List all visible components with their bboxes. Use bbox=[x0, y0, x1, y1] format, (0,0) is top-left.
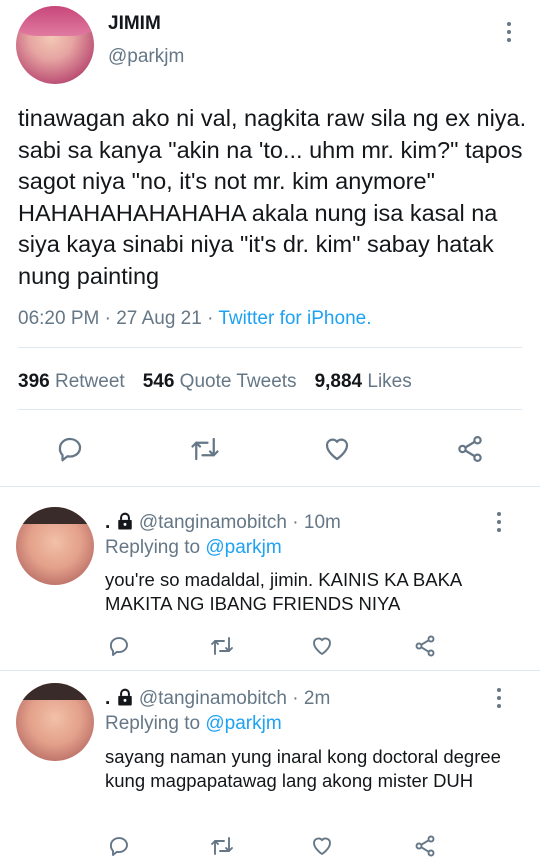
more-vertical-icon[interactable] bbox=[507, 22, 511, 46]
retweet-icon[interactable] bbox=[188, 434, 222, 464]
more-vertical-icon[interactable] bbox=[497, 512, 501, 536]
meta-separator: · bbox=[201, 308, 219, 329]
author-display-name[interactable]: JIMIM bbox=[108, 13, 161, 35]
replying-to-link[interactable]: @parkjm bbox=[205, 713, 281, 734]
retweet-icon[interactable] bbox=[208, 834, 236, 858]
share-icon[interactable] bbox=[455, 434, 485, 464]
retweets-stat[interactable]: 396 Retweet bbox=[18, 371, 125, 392]
reply-handle[interactable]: @tanginamobitch bbox=[139, 688, 287, 709]
lock-icon bbox=[116, 688, 134, 712]
replying-label: Replying to bbox=[105, 713, 201, 734]
quotes-stat[interactable]: 546 Quote Tweets bbox=[143, 371, 297, 392]
reply-header: . @tanginamobitch · 2m bbox=[105, 688, 330, 712]
reply-avatar[interactable] bbox=[16, 683, 94, 761]
share-icon[interactable] bbox=[413, 634, 437, 658]
replying-to: Replying to @parkjm bbox=[105, 537, 282, 559]
divider bbox=[0, 486, 540, 487]
likes-count: 9,884 bbox=[314, 371, 363, 392]
reply-display-name[interactable]: . bbox=[105, 512, 110, 533]
replying-label: Replying to bbox=[105, 537, 201, 558]
reply-icon[interactable] bbox=[107, 634, 131, 658]
reply-handle[interactable]: @tanginamobitch bbox=[139, 512, 287, 533]
lock-icon bbox=[116, 512, 134, 536]
more-vertical-icon[interactable] bbox=[497, 688, 501, 712]
tweet-meta: 06:20 PM · 27 Aug 21 · Twitter for iPhon… bbox=[18, 308, 371, 330]
tweet-stats: 396 Retweet 546 Quote Tweets 9,884 Likes bbox=[18, 371, 412, 393]
divider bbox=[18, 347, 522, 348]
tweet-time: 06:20 PM bbox=[18, 308, 100, 329]
quotes-count: 546 bbox=[142, 371, 175, 392]
author-handle[interactable]: @parkjm bbox=[108, 46, 184, 68]
author-avatar[interactable] bbox=[16, 6, 94, 84]
reply-icon[interactable] bbox=[55, 434, 85, 464]
retweets-label: Retweet bbox=[54, 371, 125, 392]
reply-time: 2m bbox=[303, 688, 331, 709]
tweet-date: 27 Aug 21 bbox=[116, 308, 202, 329]
share-icon[interactable] bbox=[413, 834, 437, 858]
reply-time: 10m bbox=[303, 512, 341, 533]
tweet-source-link[interactable]: Twitter for iPhone. bbox=[218, 308, 371, 329]
tweet-text: tinawagan ako ni val, nagkita raw sila n… bbox=[18, 105, 527, 289]
reply-text: sayang naman yung inaral kong doctoral d… bbox=[105, 746, 501, 791]
likes-stat[interactable]: 9,884 Likes bbox=[315, 371, 412, 392]
retweets-count: 396 bbox=[18, 371, 50, 392]
reply-text: you're so madaldal, jimin. KAINIS KA BAK… bbox=[105, 569, 462, 614]
divider bbox=[0, 670, 540, 671]
heart-icon[interactable] bbox=[322, 434, 352, 464]
replying-to: Replying to @parkjm bbox=[105, 713, 282, 735]
quotes-label: Quote Tweets bbox=[179, 371, 297, 392]
retweet-icon[interactable] bbox=[208, 634, 236, 658]
heart-icon[interactable] bbox=[310, 834, 334, 858]
divider bbox=[18, 409, 522, 410]
reply-avatar[interactable] bbox=[16, 507, 94, 585]
likes-label: Likes bbox=[367, 371, 412, 392]
replying-to-link[interactable]: @parkjm bbox=[205, 537, 281, 558]
meta-separator: · bbox=[99, 308, 117, 329]
reply-header: . @tanginamobitch · 10m bbox=[105, 512, 341, 536]
heart-icon[interactable] bbox=[310, 634, 334, 658]
reply-display-name[interactable]: . bbox=[105, 688, 110, 709]
reply-icon[interactable] bbox=[107, 834, 131, 858]
